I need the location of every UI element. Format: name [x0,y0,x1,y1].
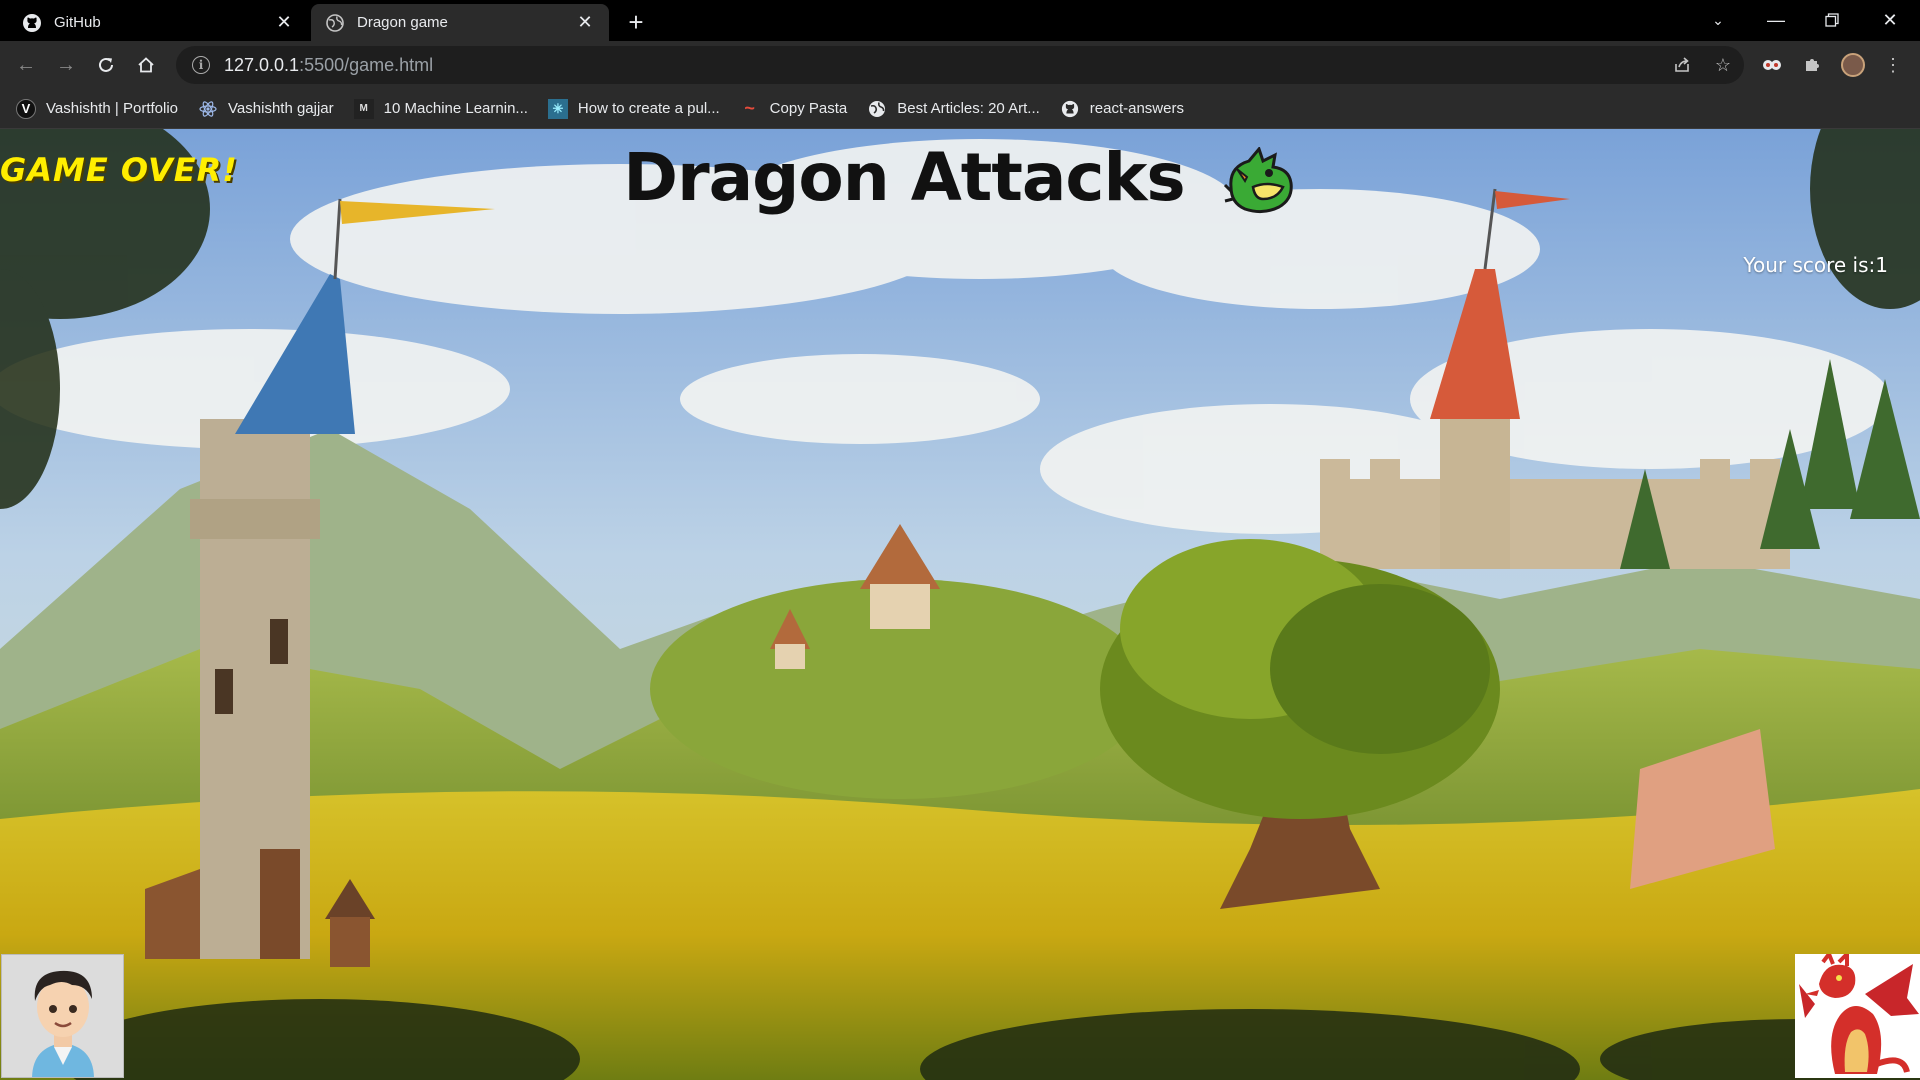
snowflake-icon: ✳ [547,98,568,119]
bookmarks-bar: V Vashishth | Portfolio Vashishth gajjar… [0,89,1920,129]
score-label: Your score is: [1743,253,1876,277]
game-container[interactable]: GAME OVER! Dragon Attacks Your score is:… [0,129,1920,1080]
bookmark-machine-learning[interactable]: M 10 Machine Learnin... [353,98,528,119]
site-info-icon[interactable]: i [192,56,210,74]
game-background-scene [0,129,1920,1080]
player-character-avatar [1,954,124,1078]
tab-title: GitHub [54,14,101,31]
address-bar[interactable]: i 127.0.0.1:5500/game.html [176,46,1744,84]
bookmark-label: Copy Pasta [769,100,848,117]
vercel-v-icon: V [16,98,36,119]
profile-avatar[interactable] [1838,50,1868,80]
github-icon [1060,99,1080,119]
close-window-button[interactable]: ✕ [1866,4,1914,36]
restore-button[interactable] [1808,4,1856,36]
browser-toolbar: ← → i 127.0.0.1:5500/game.html ☆ ⋮ [0,41,1920,89]
reload-icon[interactable] [90,49,122,81]
close-tab-icon[interactable]: ✕ [274,12,294,33]
score-display: Your score is:1 [1743,253,1888,277]
bookmark-label: Vashishth gajjar [228,100,334,117]
extensions-puzzle-icon[interactable] [1797,50,1827,80]
bookmark-label: 10 Machine Learnin... [383,100,528,117]
bookmark-vashishth-gajjar[interactable]: Vashishth gajjar [198,99,334,119]
bookmark-best-articles[interactable]: Best Articles: 20 Art... [867,99,1040,119]
tab-title: Dragon game [357,14,448,31]
back-arrow-icon[interactable]: ← [10,49,42,81]
minimize-button[interactable]: — [1752,4,1800,36]
react-atom-icon [198,99,218,119]
close-tab-icon[interactable]: ✕ [575,12,595,33]
bookmark-label: How to create a pul... [577,100,720,117]
tab-search-icon[interactable]: ⌄ [1694,4,1742,36]
share-icon[interactable] [1667,50,1697,80]
bookmark-how-to-create[interactable]: ✳ How to create a pul... [547,98,720,119]
bookmark-label: Vashishth | Portfolio [46,100,179,117]
tab-github[interactable]: GitHub ✕ [8,4,308,41]
score-value: 1 [1875,253,1888,277]
article-icon: M [353,98,374,119]
tab-dragon-game[interactable]: Dragon game ✕ [311,4,609,41]
url-path: :5500/game.html [299,54,434,75]
tab-strip: GitHub ✕ Dragon game ✕ + ⌄ — ✕ [0,0,1920,41]
extension-eyes-icon[interactable] [1757,50,1787,80]
bookmark-label: Best Articles: 20 Art... [897,100,1040,117]
bookmark-label: react-answers [1089,100,1184,117]
copypasta-icon: ~ [744,98,755,118]
bookmark-react-answers[interactable]: react-answers [1060,99,1184,119]
bookmark-star-icon[interactable]: ☆ [1708,50,1738,80]
new-tab-button[interactable]: + [622,7,650,37]
github-icon [22,13,42,33]
bookmark-copy-pasta[interactable]: ~ Copy Pasta [740,98,848,119]
game-title-text: Dragon Attacks [623,139,1185,216]
game-title: Dragon Attacks [0,139,1920,217]
bookmark-portfolio[interactable]: V Vashishth | Portfolio [16,98,179,119]
forward-arrow-icon[interactable]: → [50,49,82,81]
url-host: 127.0.0.1 [224,54,300,75]
globe-icon [325,13,345,33]
globe-icon [867,99,887,119]
menu-kebab-icon[interactable]: ⋮ [1878,50,1908,80]
dragon-face-icon [1223,145,1297,217]
dragon-enemy-sprite [1795,954,1920,1078]
home-icon[interactable] [130,49,162,81]
